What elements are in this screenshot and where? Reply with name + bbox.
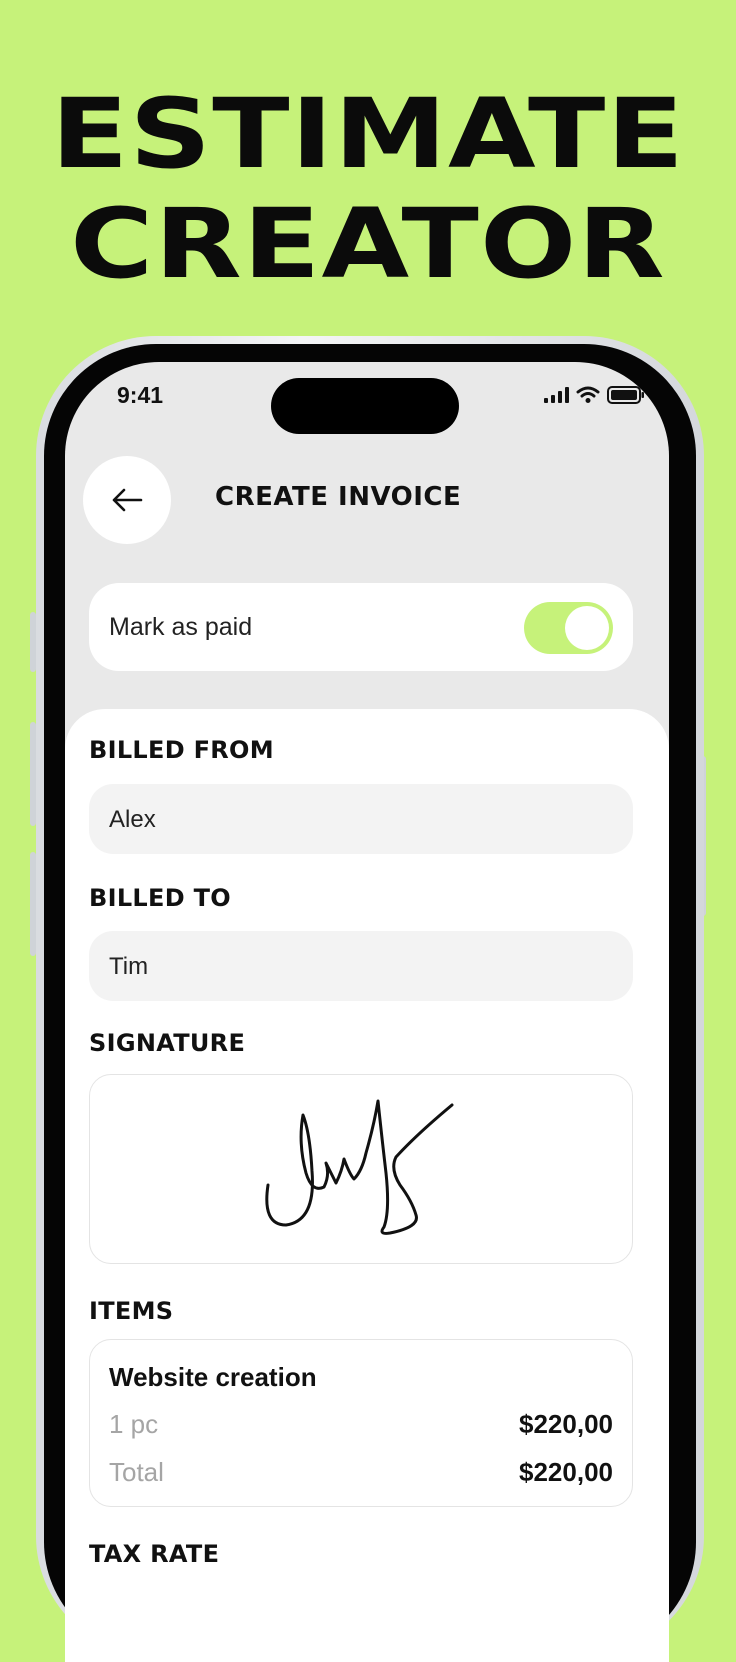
signal-icon bbox=[544, 387, 569, 403]
item-total: $220,00 bbox=[519, 1457, 613, 1487]
billed-from-value: Alex bbox=[109, 806, 156, 833]
status-icons bbox=[544, 386, 645, 404]
arrow-left-icon bbox=[112, 488, 143, 512]
invoice-form-sheet: BILLED FROM Alex BILLED TO Tim SIGNATURE… bbox=[65, 709, 669, 1662]
status-time: 9:41 bbox=[117, 382, 164, 408]
headline-line-1: ESTIMATE bbox=[50, 78, 686, 190]
billed-to-label: BILLED TO bbox=[89, 884, 231, 912]
item-card[interactable]: Website creation 1 pc $220,00 Total $220… bbox=[89, 1339, 633, 1507]
item-name: Website creation bbox=[109, 1362, 317, 1392]
dynamic-island bbox=[271, 378, 459, 434]
item-qty-row: 1 pc $220,00 bbox=[109, 1409, 613, 1440]
back-button[interactable] bbox=[83, 456, 171, 544]
mark-paid-label: Mark as paid bbox=[109, 613, 253, 641]
toggle-knob bbox=[565, 606, 609, 650]
tax-rate-label: TAX RATE bbox=[89, 1540, 220, 1568]
billed-to-value: Tim bbox=[109, 953, 149, 980]
item-total-label: Total bbox=[109, 1457, 164, 1487]
headline-line-2: CREATOR bbox=[70, 188, 666, 300]
billed-from-label: BILLED FROM bbox=[89, 736, 274, 764]
mark-paid-toggle[interactable] bbox=[524, 602, 613, 654]
signature-drawing bbox=[265, 1099, 454, 1235]
wifi-icon bbox=[576, 386, 600, 403]
page-title: CREATE INVOICE bbox=[215, 482, 462, 512]
item-price: $220,00 bbox=[519, 1409, 613, 1439]
items-label: ITEMS bbox=[89, 1297, 174, 1325]
mark-paid-card: Mark as paid bbox=[89, 583, 633, 671]
billed-to-field[interactable]: Tim bbox=[89, 931, 633, 1001]
signature-label: SIGNATURE bbox=[89, 1029, 246, 1057]
billed-from-field[interactable]: Alex bbox=[89, 784, 633, 854]
phone-screen: 9:41 CREATE INVOICE Mark as paid BILLED … bbox=[65, 362, 669, 1662]
item-qty: 1 pc bbox=[109, 1409, 159, 1439]
signature-pad[interactable] bbox=[89, 1074, 633, 1264]
battery-icon bbox=[607, 386, 644, 404]
item-total-row: Total $220,00 bbox=[109, 1457, 613, 1488]
